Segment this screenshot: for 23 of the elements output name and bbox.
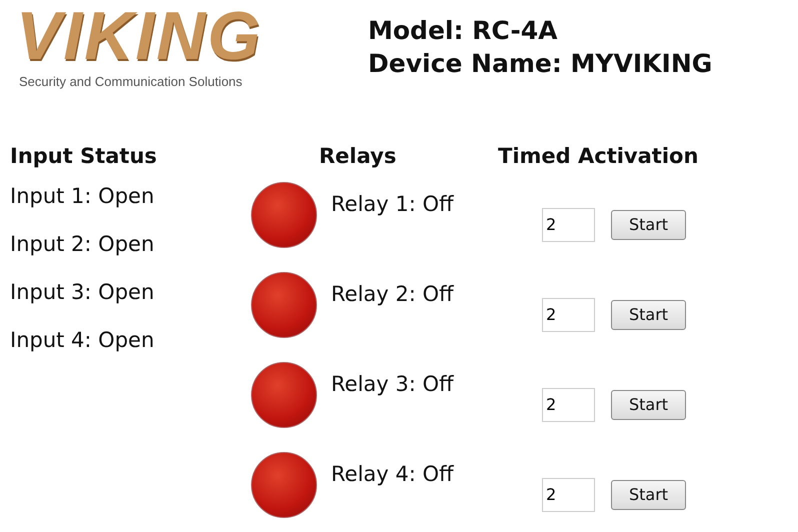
model-label: Model: RC-4A xyxy=(368,15,558,47)
logo-tagline: Security and Communication Solutions xyxy=(19,73,242,91)
duration-field[interactable]: 2 xyxy=(542,388,595,422)
duration-field[interactable]: 2 xyxy=(542,208,595,242)
device-name-label: Device Name: MYVIKING xyxy=(368,48,712,80)
duration-field[interactable]: 2 xyxy=(542,298,595,332)
relay-status: Relay 2: Off xyxy=(331,281,454,308)
column-heading: Relays xyxy=(319,143,398,170)
input-status: Input 1: Open xyxy=(10,183,156,210)
input-status: Input 3: Open xyxy=(10,279,156,306)
start-button[interactable]: Start xyxy=(611,480,686,510)
relay-status: Relay 3: Off xyxy=(331,371,454,398)
logo-wordmark: VIKING xyxy=(16,2,262,70)
duration-field[interactable]: 2 xyxy=(542,478,595,512)
relay-status: Relay 1: Off xyxy=(331,191,454,218)
input-status: Input 2: Open xyxy=(10,231,156,258)
column-heading: Timed Activation xyxy=(498,143,698,170)
start-button[interactable]: Start xyxy=(611,390,686,420)
start-button[interactable]: Start xyxy=(611,300,686,330)
input-status: Input 4: Open xyxy=(10,327,156,354)
start-button[interactable]: Start xyxy=(611,210,686,240)
relay-status: Relay 4: Off xyxy=(331,461,454,488)
column-heading: Input Status xyxy=(10,143,158,170)
